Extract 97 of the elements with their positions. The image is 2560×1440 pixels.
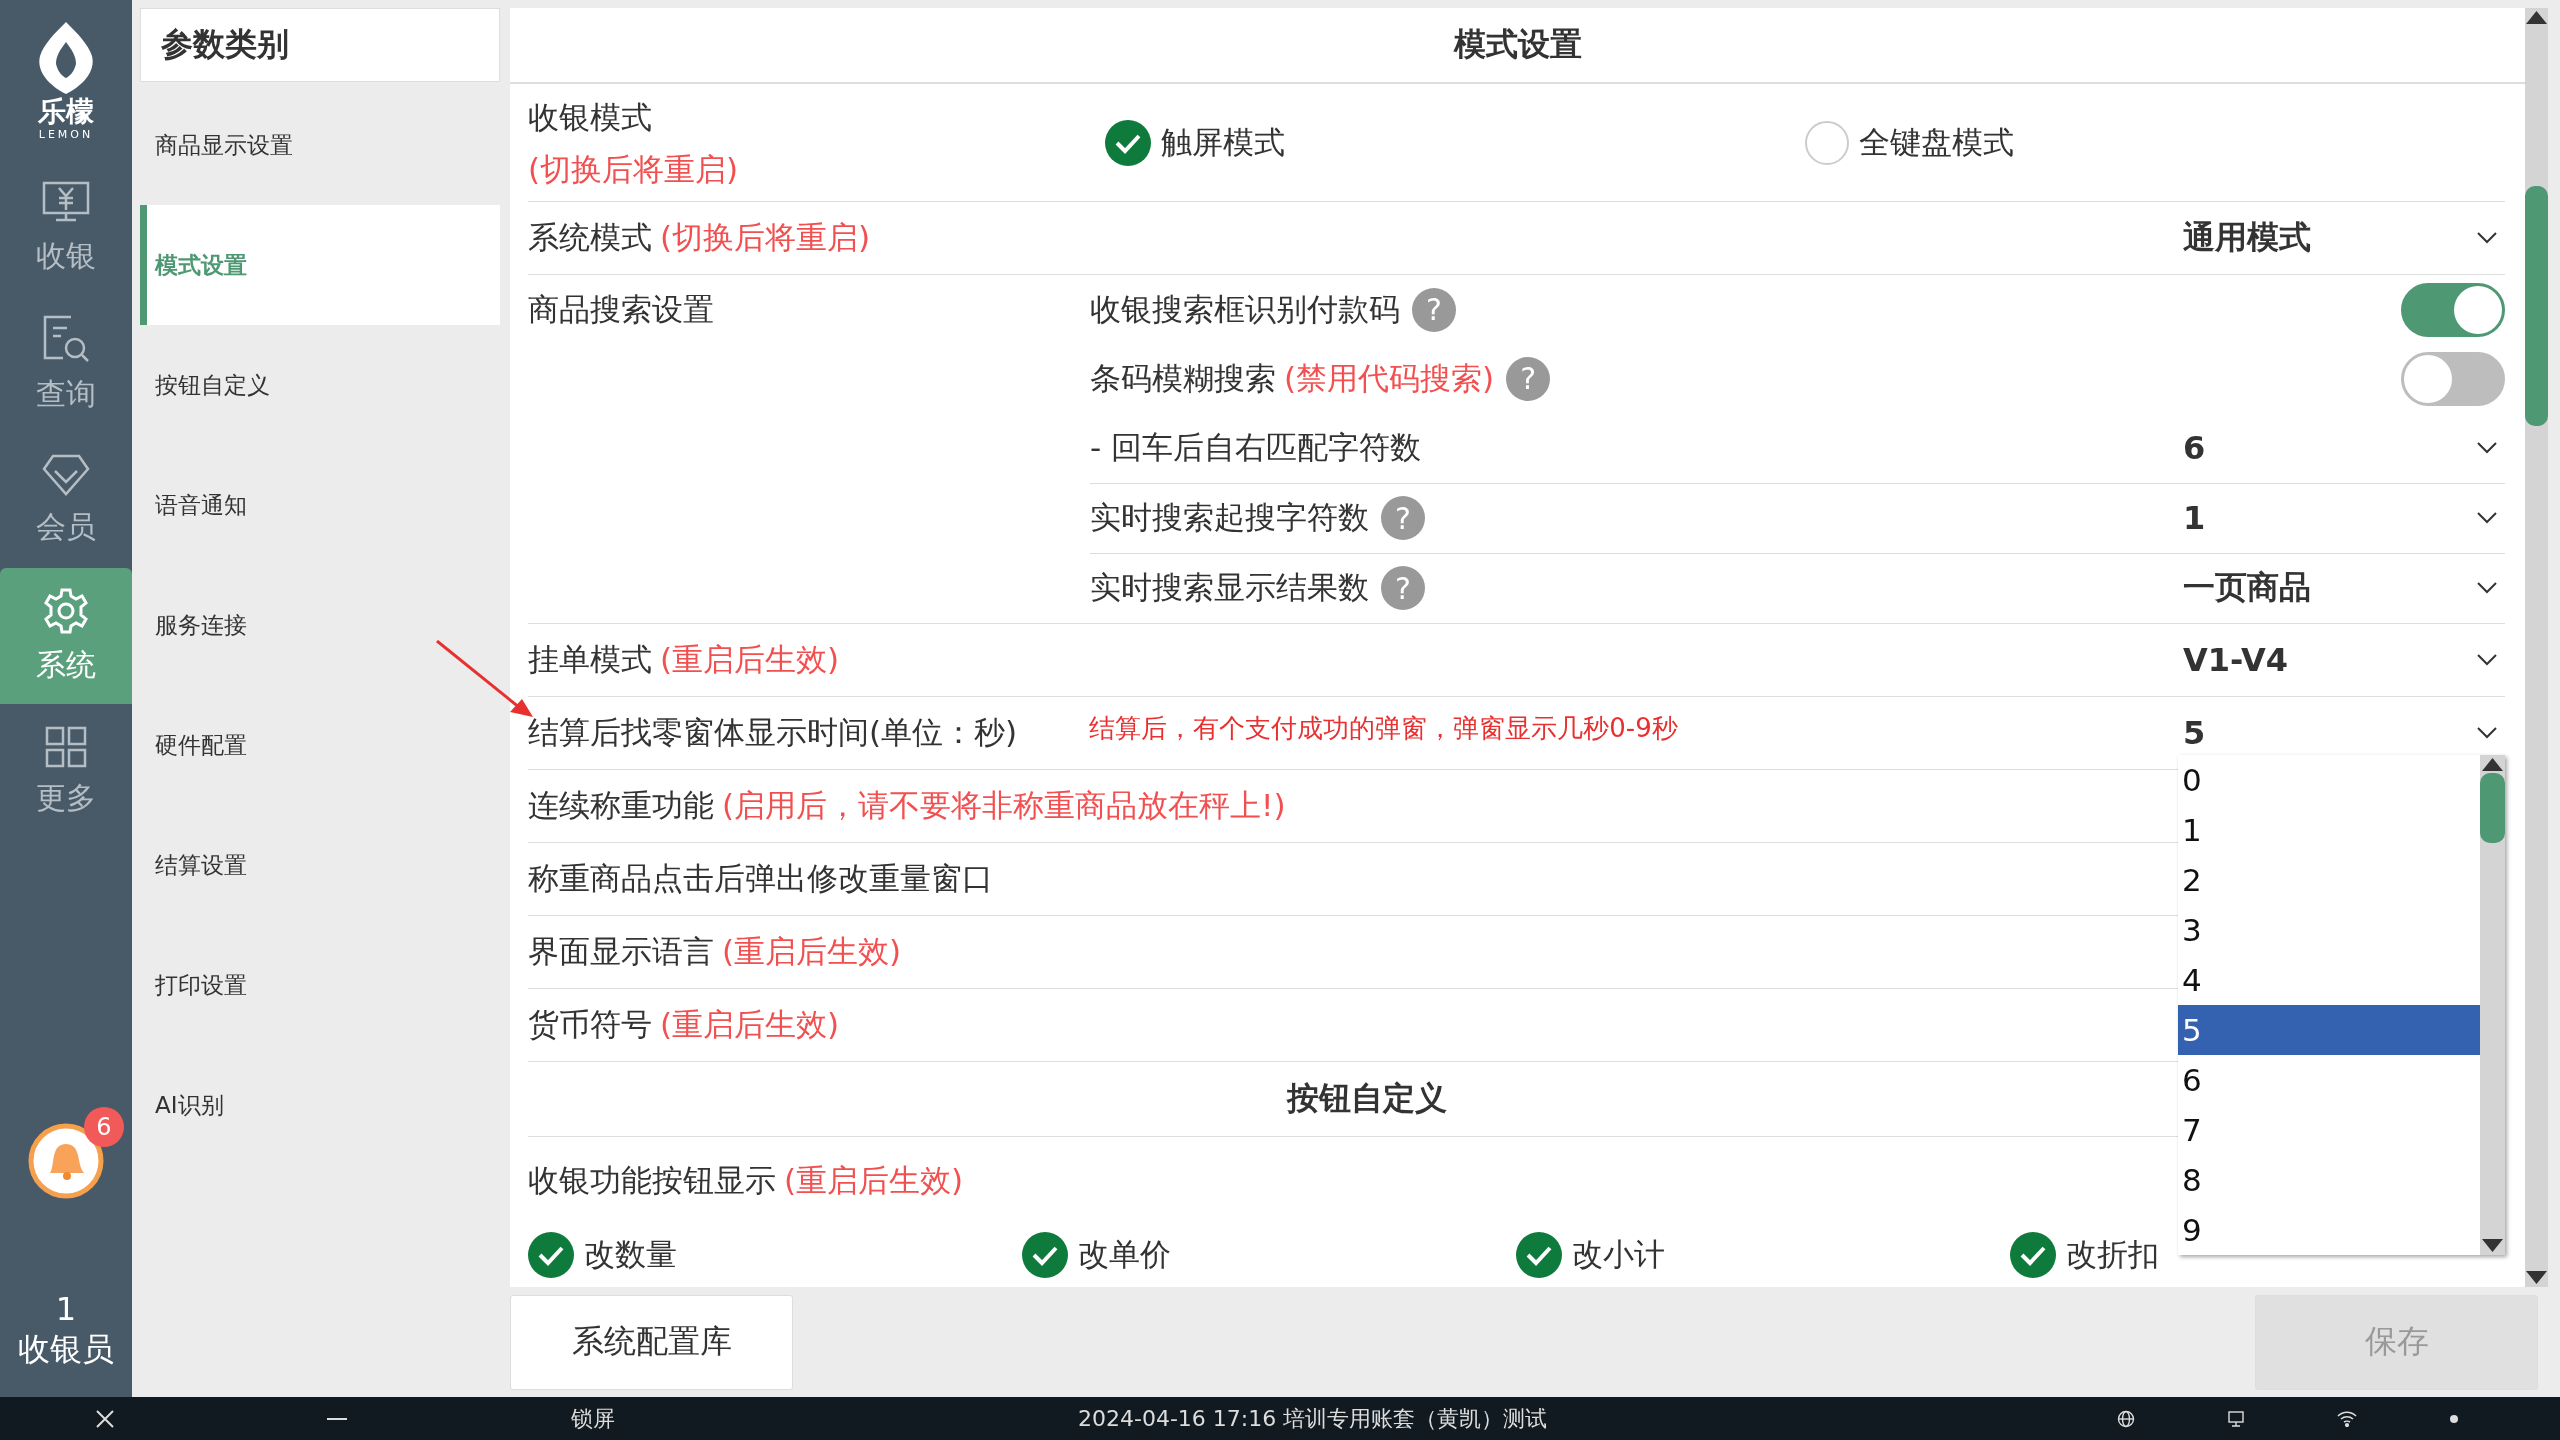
setting-label: 收银搜索框识别付款码 xyxy=(1090,289,1400,329)
setting-label: 挂单模式 xyxy=(528,640,652,679)
setting-label: 收银功能按钮显示 xyxy=(528,1161,776,1200)
globe-icon[interactable] xyxy=(2117,1409,2136,1428)
category-item[interactable]: 商品显示设置 xyxy=(140,85,500,205)
category-item[interactable]: 硬件配置 xyxy=(140,685,500,805)
close-icon[interactable] xyxy=(95,1408,115,1429)
radio-label: 触屏模式 xyxy=(1160,122,1285,162)
setting-label: 系统模式 xyxy=(528,218,652,257)
checkbox-checked-icon[interactable] xyxy=(1022,1232,1068,1278)
checkbox-checked-icon[interactable] xyxy=(528,1232,574,1278)
category-item[interactable]: 结算设置 xyxy=(140,805,500,925)
checkbox-label: 改数量 xyxy=(584,1235,677,1274)
radio-checked-icon[interactable] xyxy=(1104,119,1151,166)
dropdown-select[interactable]: V1-V4 xyxy=(2183,630,2505,690)
dropdown-option[interactable]: 3 xyxy=(2178,905,2480,955)
grid-icon xyxy=(45,725,87,768)
user-number: 1 xyxy=(55,1289,77,1329)
restart-note: (切换后将重启) xyxy=(528,149,740,189)
category-item[interactable]: 打印设置 xyxy=(140,925,500,1045)
toggle-switch[interactable] xyxy=(2401,282,2505,337)
scrollbar-thumb[interactable] xyxy=(2525,186,2548,426)
category-item[interactable]: 按钮自定义 xyxy=(140,325,500,445)
chevron-down-icon xyxy=(2477,654,2497,666)
setting-label: 称重商品点击后弹出修改重量窗口 xyxy=(528,859,993,898)
category-header: 参数类别 xyxy=(140,8,500,82)
logo-text: 乐檬 xyxy=(38,96,94,128)
setting-label: 连续称重功能 xyxy=(528,786,714,825)
dropdown-option[interactable]: 7 xyxy=(2178,1105,2480,1155)
monitor-icon[interactable] xyxy=(2227,1409,2246,1428)
radio-label: 全键盘模式 xyxy=(1858,122,2014,162)
dropdown-option[interactable]: 2 xyxy=(2178,855,2480,905)
setting-label: 条码模糊搜索 xyxy=(1090,358,1276,398)
setting-label: 结算后找零窗体显示时间(单位：秒) xyxy=(528,713,1018,752)
nav-item[interactable]: 查询 xyxy=(0,296,132,432)
nav-item[interactable]: 收银 xyxy=(0,160,132,296)
category-item[interactable]: AI识别 xyxy=(140,1045,500,1165)
setting-label: 实时搜索显示结果数 xyxy=(1090,568,1369,608)
setting-label: 实时搜索起搜字符数 xyxy=(1090,498,1369,538)
scrollbar[interactable] xyxy=(2480,755,2505,1255)
lock-screen-link[interactable]: 锁屏 xyxy=(571,1403,615,1434)
checkbox-label: 改小计 xyxy=(1572,1235,1665,1274)
wifi-icon[interactable] xyxy=(2337,1410,2358,1427)
chevron-down-icon xyxy=(2477,512,2497,525)
dropdown-select[interactable]: 6 xyxy=(2183,418,2505,478)
diamond-icon xyxy=(41,452,91,497)
dropdown-select[interactable]: 1 xyxy=(2183,488,2505,549)
restart-note: (重启后生效) xyxy=(784,1161,964,1200)
category-item[interactable]: 服务连接 xyxy=(140,565,500,685)
nav-item[interactable]: 更多 xyxy=(0,704,132,840)
checkbox-label: 改单价 xyxy=(1078,1235,1171,1274)
chevron-down-icon xyxy=(2477,442,2497,454)
restart-note: (重启后生效) xyxy=(660,640,840,679)
checkbox-checked-icon[interactable] xyxy=(2010,1232,2056,1278)
chevron-down-icon xyxy=(2477,727,2497,739)
setting-label: 收银模式 xyxy=(528,97,653,137)
setting-label: 商品搜索设置 xyxy=(528,291,714,327)
status-dot-icon xyxy=(2449,1413,2460,1424)
minimize-icon[interactable] xyxy=(327,1416,347,1421)
scrollbar-thumb[interactable] xyxy=(2480,773,2505,843)
notification-badge: 6 xyxy=(84,1107,124,1147)
restart-note: (禁用代码搜索) xyxy=(1284,358,1495,398)
chevron-down-icon xyxy=(2477,582,2497,595)
config-library-button[interactable]: 系统配置库 xyxy=(510,1294,793,1390)
setting-label: 货币符号 xyxy=(528,1005,652,1044)
checkbox-label: 改折扣 xyxy=(2066,1235,2159,1274)
dropdown-option[interactable]: 6 xyxy=(2178,1055,2480,1105)
dropdown-option[interactable]: 4 xyxy=(2178,955,2480,1005)
setting-label: - 回车后自右匹配字符数 xyxy=(1090,428,1422,467)
dropdown-option[interactable]: 9 xyxy=(2178,1205,2480,1255)
document-search-icon xyxy=(41,313,91,364)
chevron-down-icon xyxy=(2477,232,2497,244)
scroll-down-icon[interactable] xyxy=(2480,1237,2505,1255)
restart-note: (切换后将重启) xyxy=(660,218,871,257)
dropdown-option[interactable]: 5 xyxy=(2178,1005,2480,1055)
annotation-text: 结算后，有个支付成功的弹窗，弹窗显示几秒0-9秒 xyxy=(1089,711,1678,745)
nav-item[interactable]: 会员 xyxy=(0,432,132,568)
status-text: 2024-04-16 17:16 培训专用账套（黄凯）测试 xyxy=(1078,1404,1548,1433)
user-role: 收银员 xyxy=(18,1329,114,1369)
logo-subtext: LEMON xyxy=(38,128,94,141)
setting-label: 界面显示语言 xyxy=(528,932,714,971)
dropdown-select[interactable]: 一页商品 xyxy=(2183,558,2505,619)
restart-note: (重启后生效) xyxy=(660,1005,840,1044)
scroll-up-icon[interactable] xyxy=(2525,8,2548,26)
restart-note: (启用后，请不要将非称重商品放在秤上!) xyxy=(722,786,1286,825)
dropdown-option[interactable]: 8 xyxy=(2178,1155,2480,1205)
checkbox-checked-icon[interactable] xyxy=(1516,1232,1562,1278)
settings-icon xyxy=(42,586,90,635)
toggle-switch[interactable] xyxy=(2401,351,2505,406)
category-item[interactable]: 语音通知 xyxy=(140,445,500,565)
scrollbar[interactable] xyxy=(2525,8,2548,1287)
scroll-down-icon[interactable] xyxy=(2525,1269,2548,1287)
restart-note: (重启后生效) xyxy=(722,932,902,971)
dropdown-select[interactable]: 通用模式 xyxy=(2183,208,2505,268)
dropdown-option[interactable]: 1 xyxy=(2178,805,2480,855)
panel-title: 模式设置 xyxy=(510,8,2525,84)
radio-button[interactable] xyxy=(1804,120,1849,165)
